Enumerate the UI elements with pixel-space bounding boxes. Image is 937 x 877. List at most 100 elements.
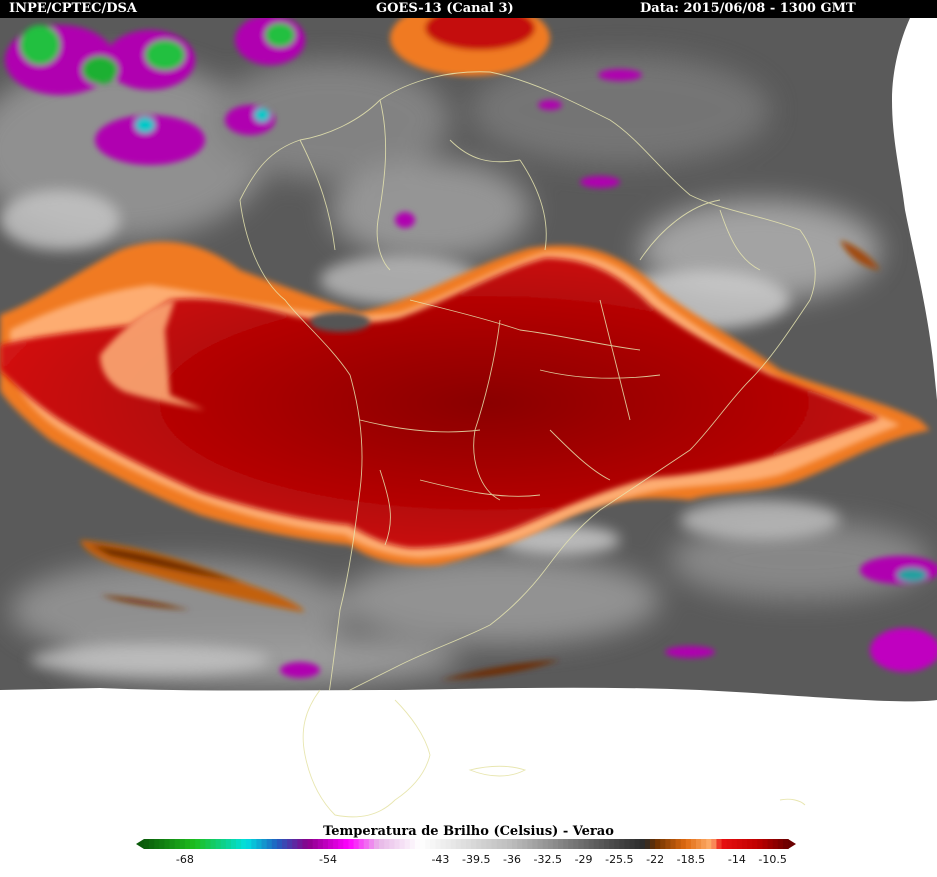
color-scale-segment (527, 839, 534, 849)
color-scale-segment (619, 839, 626, 849)
color-scale-segment (757, 839, 764, 849)
color-scale-segment (430, 839, 436, 849)
color-scale-segment (374, 839, 380, 849)
color-scale-segment (624, 839, 631, 849)
color-scale-segment (384, 839, 390, 849)
color-scale-segment (455, 839, 462, 849)
color-scale-tick-label: -29 (574, 853, 593, 866)
color-scale-segment (363, 839, 370, 849)
color-scale-segment (445, 839, 452, 849)
color-scale-segment (312, 839, 319, 849)
color-scale-segment (368, 839, 375, 849)
color-scale-segment (486, 839, 493, 849)
color-scale-segment (225, 839, 232, 849)
color-scale-segment (481, 839, 488, 849)
color-scale-tick-label: -32.5 (533, 853, 562, 866)
color-scale-segment (506, 839, 513, 849)
color-scale-segment (532, 839, 539, 849)
color-scale-segment (389, 839, 396, 849)
color-scale-segment (731, 839, 738, 849)
color-scale-segment (558, 839, 564, 849)
color-scale-segment (292, 839, 298, 849)
color-scale-segment (552, 839, 559, 849)
color-scale-segment (604, 839, 610, 849)
color-scale-segment (588, 839, 595, 849)
color-scale-segment (665, 839, 672, 849)
color-scale-segment (358, 839, 365, 849)
satellite-label: GOES-13 (Canal 3) (376, 1, 514, 16)
color-scale-segment (655, 839, 661, 849)
color-scale-segment (721, 839, 728, 849)
color-scale-segment (701, 839, 707, 849)
color-scale-segment (266, 839, 273, 849)
color-scale-segment (476, 839, 482, 849)
date-label: Data: 2015/06/08 - 1300 GMT (640, 1, 856, 16)
color-scale-segment (522, 839, 528, 849)
color-scale-segment (404, 839, 411, 849)
color-scale-segment (777, 839, 784, 849)
color-scale-segment (742, 839, 748, 849)
color-scale-segment (409, 839, 416, 849)
color-scale-segment (261, 839, 268, 849)
color-scale-tick-label: -25.5 (605, 853, 634, 866)
color-scale-segment (609, 839, 615, 849)
color-scale-segment (583, 839, 590, 849)
color-scale-segment (399, 839, 406, 849)
color-scale-segment (460, 839, 467, 849)
color-scale-segment (220, 839, 227, 849)
color-scale-segment (425, 839, 431, 849)
color-scale-segment (517, 839, 523, 849)
color-scale-segment (747, 839, 753, 849)
color-scale-max-arrow (788, 839, 796, 849)
color-scale-segment (752, 839, 758, 849)
color-scale-segment (690, 839, 697, 849)
color-scale-segment (471, 839, 477, 849)
color-scale-segment (547, 839, 554, 849)
color-scale-segment (215, 839, 222, 849)
color-scale-segment (414, 839, 421, 849)
color-scale-segment (154, 839, 160, 849)
color-scale-segment (736, 839, 743, 849)
color-scale-min-arrow (136, 839, 144, 849)
color-scale-ticks: -68 -54 -43 -39.5 -36 -32.5 -29 -25.5 -22 -18.5 -1… (0, 852, 937, 872)
color-scale-segment (670, 839, 677, 849)
color-scale-segment (200, 839, 206, 849)
color-scale-segment (772, 839, 779, 849)
color-scale-segment (256, 839, 263, 849)
color-scale-segment (164, 839, 171, 849)
color-scale-segment (246, 839, 252, 849)
color-scale-tick-label: -68 (175, 853, 194, 866)
color-scale-segment (195, 839, 201, 849)
color-scale-segment (241, 839, 247, 849)
color-scale-segment (348, 839, 355, 849)
color-scale-tick-label: -10.5 (758, 853, 787, 866)
color-scale-segment (762, 839, 769, 849)
color-scale-tick-label: -43 (431, 853, 450, 866)
color-scale-tick-label: -54 (319, 853, 337, 866)
color-scale-segment (726, 839, 733, 849)
color-scale-segment (322, 839, 329, 849)
color-scale-segment (711, 839, 718, 849)
color-scale-segment (287, 839, 293, 849)
color-scale-segment (593, 839, 600, 849)
color-scale-segment (190, 839, 196, 849)
color-scale-tick-label: -18.5 (676, 853, 706, 866)
source-label: INPE/CPTEC/DSA (9, 1, 137, 16)
image-header: INPE/CPTEC/DSA GOES-13 (Canal 3) Data: 2… (0, 0, 937, 18)
satellite-image (0, 18, 937, 828)
color-scale-segment (174, 839, 181, 849)
color-scale-segment (276, 839, 283, 849)
color-scale-segment (639, 839, 646, 849)
color-scale-segment (450, 839, 457, 849)
color-scale-segment (629, 839, 636, 849)
color-scale-tick-label: -14 (727, 853, 746, 866)
color-scale-tick-label: -36 (503, 853, 521, 866)
color-scale-segment (680, 839, 687, 849)
color-scale-tick-label: -39.5 (461, 853, 491, 866)
color-scale-segment (675, 839, 682, 849)
color-scale-segment (614, 839, 620, 849)
color-scale-segment (512, 839, 518, 849)
color-scale-segment (236, 839, 242, 849)
color-scale-segment (144, 839, 150, 849)
color-scale-segment (501, 839, 508, 849)
